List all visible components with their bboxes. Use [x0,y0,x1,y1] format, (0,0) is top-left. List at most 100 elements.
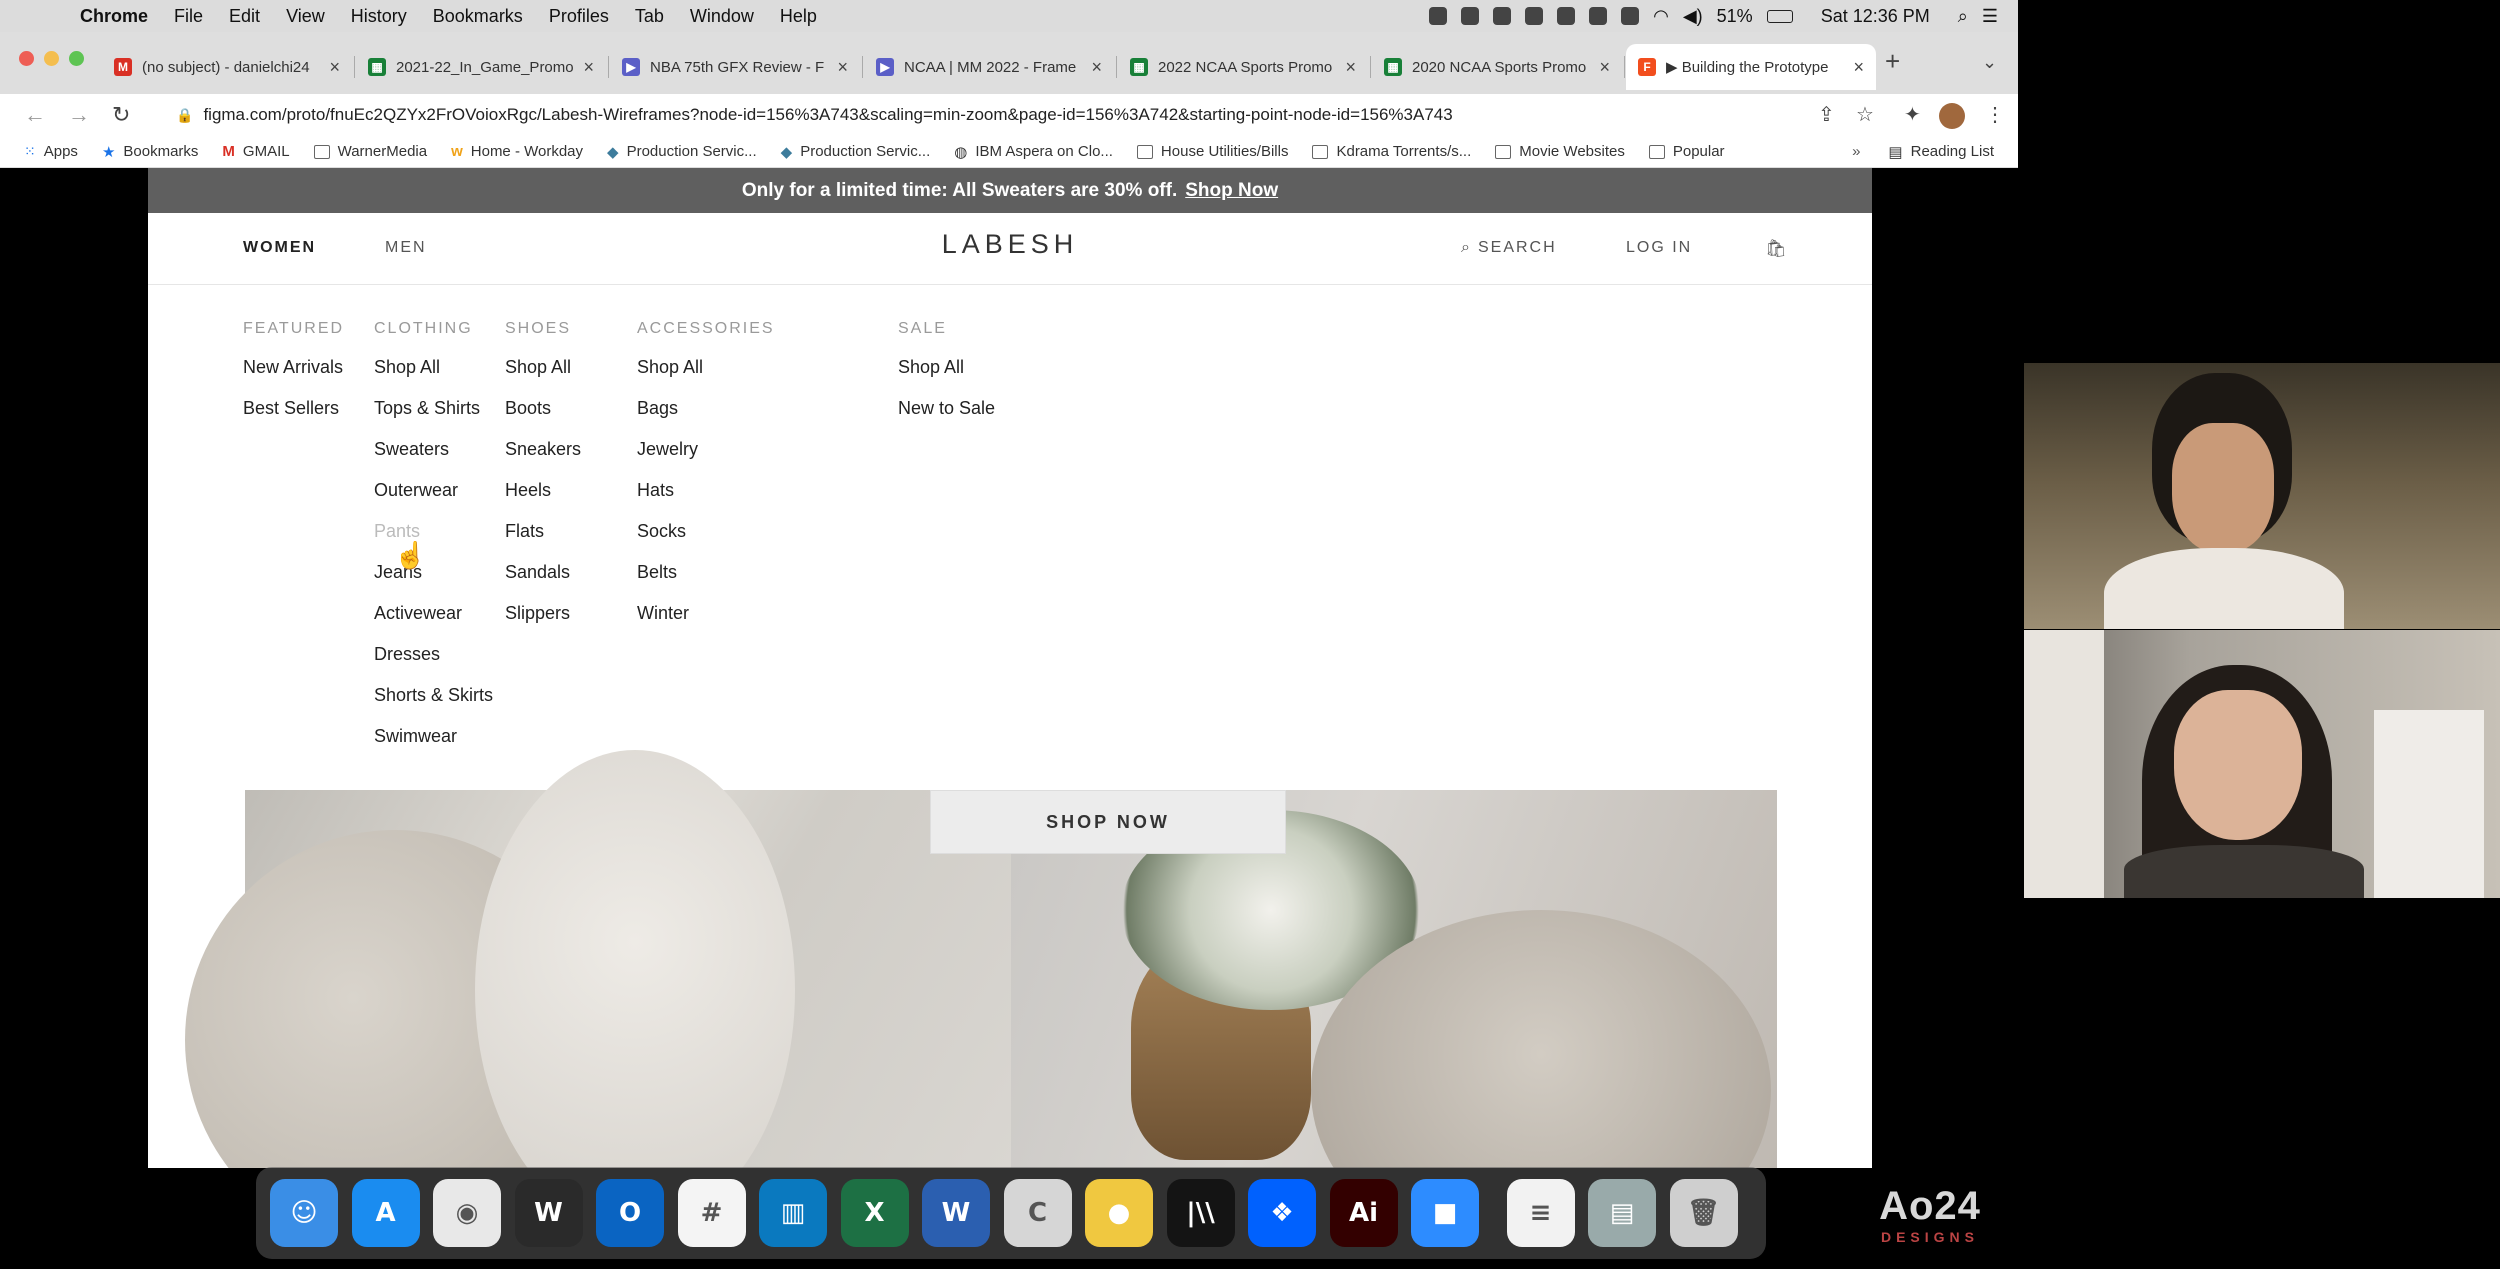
outlook-icon[interactable]: O [596,1179,664,1247]
window-close-button[interactable] [19,51,34,66]
sync-icon[interactable]: C [1003,1179,1072,1247]
menu-item-shoes-boots[interactable]: Boots [505,397,581,438]
chrome-menu-icon[interactable]: ⋮ [1985,102,2005,127]
menu-item-shoes-sneakers[interactable]: Sneakers [505,438,581,479]
tab-close-icon[interactable]: × [583,57,594,78]
menu-item-accessories-shop-all[interactable]: Shop All [637,356,775,397]
trash-icon[interactable]: 🗑 [1669,1179,1738,1247]
bookmark-house-utilities[interactable]: House Utilities/Bills [1136,143,1288,160]
word-icon[interactable]: W [922,1179,990,1247]
menu-heading-clothing[interactable]: CLOTHING [374,320,493,338]
browser-tab[interactable]: ▦ 2022 NCAA Sports Promo × [1118,44,1368,90]
browser-tab[interactable]: F ▶ Building the Prototype × [1626,44,1876,90]
downloads-icon[interactable]: ▤ [1588,1179,1656,1247]
menu-profiles[interactable]: Profiles [549,6,609,27]
lock-icon[interactable]: 🔒 [176,107,193,124]
menu-item-sale-shop-all[interactable]: Shop All [898,356,995,397]
extensions-icon[interactable]: ✦ [1904,102,1921,127]
browser-tab[interactable]: ▦ 2021-22_In_Game_Promo × [356,44,606,90]
bookmarks-overflow-icon[interactable]: » [1852,143,1860,160]
battery-icon[interactable] [1766,9,1793,23]
menu-item-clothing-activewear[interactable]: Activewear [374,602,493,643]
wifi-icon[interactable]: ◠ [1653,6,1669,27]
menu-item-clothing-pants[interactable]: Pants [374,520,493,561]
menu-help[interactable]: Help [780,6,817,27]
finder-icon[interactable]: ☺ [270,1179,338,1247]
cloud-status-icon[interactable] [1525,7,1544,25]
window-minimize-button[interactable] [44,51,59,66]
slack-icon[interactable]: # [677,1179,746,1247]
zoom-icon[interactable]: ■ [1411,1179,1479,1247]
menu-tab[interactable]: Tab [635,6,664,27]
menu-item-accessories-belts[interactable]: Belts [637,561,775,602]
menu-item-shoes-shop-all[interactable]: Shop All [505,356,581,397]
cart-icon[interactable]: 🛍 [1765,239,1789,259]
tab-close-icon[interactable]: × [837,57,848,78]
tab-close-icon[interactable]: × [1091,57,1102,78]
webex-icon[interactable]: W [514,1179,583,1247]
brand-logo[interactable]: LABESH [148,229,1872,260]
tab-close-icon[interactable]: × [329,57,340,78]
bookmark-star-icon[interactable]: ☆ [1856,102,1874,127]
browser-tab[interactable]: ▦ 2020 NCAA Sports Promo × [1372,44,1622,90]
vpn-status-icon[interactable] [1557,7,1576,25]
menu-item-clothing-outerwear[interactable]: Outerwear [374,479,493,520]
menu-item-accessories-socks[interactable]: Socks [637,520,775,561]
menu-item-clothing-tops-shirts[interactable]: Tops & Shirts [374,397,493,438]
bookmark-production-2[interactable]: ◆ Production Servic... [781,143,931,161]
control-center-icon[interactable]: ☰ [1982,6,1998,27]
bookmark-kdrama[interactable]: Kdrama Torrents/s... [1312,143,1471,160]
menu-app-name[interactable]: Chrome [80,6,148,27]
menu-item-shoes-heels[interactable]: Heels [505,479,581,520]
new-tab-button[interactable]: + [1885,46,1900,77]
chrome-icon[interactable]: ◉ [433,1179,501,1247]
grid-status-icon[interactable] [1589,7,1608,25]
search-link[interactable]: ⌕ SEARCH [1461,239,1557,257]
menu-window[interactable]: Window [690,6,754,27]
tab-close-icon[interactable]: × [1599,57,1610,78]
bluetooth-icon[interactable] [1621,7,1640,25]
window-zoom-button[interactable] [69,51,84,66]
cyberduck-icon[interactable]: ● [1085,1179,1153,1247]
spotlight-search-icon[interactable]: ⌕ [1958,6,1968,27]
menu-heading-shoes[interactable]: SHOES [505,320,581,338]
bookmark-production-1[interactable]: ◆ Production Servic... [607,143,757,161]
menu-item-clothing-swimwear[interactable]: Swimwear [374,725,493,766]
illustrator-icon[interactable]: Ai [1329,1179,1398,1247]
menu-heading-accessories[interactable]: ACCESSORIES [637,320,775,338]
browser-tab[interactable]: M (no subject) - danielchi24 × [102,44,352,90]
volume-icon[interactable]: ◀) [1683,6,1703,27]
reload-icon[interactable]: ↻ [112,102,130,128]
bookmark-movie-websites[interactable]: Movie Websites [1495,143,1625,160]
tab-search-chevron-icon[interactable]: ⌄ [1982,52,1997,73]
sync-status-icon[interactable] [1493,7,1512,25]
dropbox-icon[interactable]: ❖ [1248,1179,1316,1247]
menu-item-featured-best-sellers[interactable]: Best Sellers [243,397,344,438]
dropbox-status-icon[interactable] [1429,7,1448,25]
menu-item-clothing-jeans[interactable]: Jeans [374,561,493,602]
bookmark-bookmarks[interactable]: ★ Bookmarks [102,143,198,161]
menu-item-accessories-jewelry[interactable]: Jewelry [637,438,775,479]
tab-close-icon[interactable]: × [1345,57,1356,78]
bookmark-workday[interactable]: w Home - Workday [451,143,583,160]
app-store-icon[interactable]: A [351,1179,420,1247]
menu-item-clothing-sweaters[interactable]: Sweaters [374,438,493,479]
login-link[interactable]: LOG IN [1626,239,1692,257]
menu-item-shoes-flats[interactable]: Flats [505,520,581,561]
trello-icon[interactable]: ▥ [759,1179,827,1247]
menu-item-clothing-shop-all[interactable]: Shop All [374,356,493,397]
menu-heading-featured[interactable]: FEATURED [243,320,344,338]
bookmark-popular[interactable]: Popular [1648,143,1725,160]
creative-cloud-status-icon[interactable] [1461,7,1480,25]
menu-edit[interactable]: Edit [229,6,260,27]
menu-item-clothing-dresses[interactable]: Dresses [374,643,493,684]
bookmark-gmail[interactable]: M GMAIL [222,143,289,160]
menu-item-shoes-sandals[interactable]: Sandals [505,561,581,602]
menu-history[interactable]: History [351,6,407,27]
browser-tab[interactable]: ▶ NBA 75th GFX Review - F × [610,44,860,90]
menu-item-clothing-shorts-skirts[interactable]: Shorts & Skirts [374,684,493,725]
menu-item-sale-new-to-sale[interactable]: New to Sale [898,397,995,438]
bookmark-warnermedia[interactable]: WarnerMedia [313,143,427,160]
menu-heading-sale[interactable]: SALE [898,320,995,338]
reading-list[interactable]: ▤ Reading List [1888,143,1994,161]
